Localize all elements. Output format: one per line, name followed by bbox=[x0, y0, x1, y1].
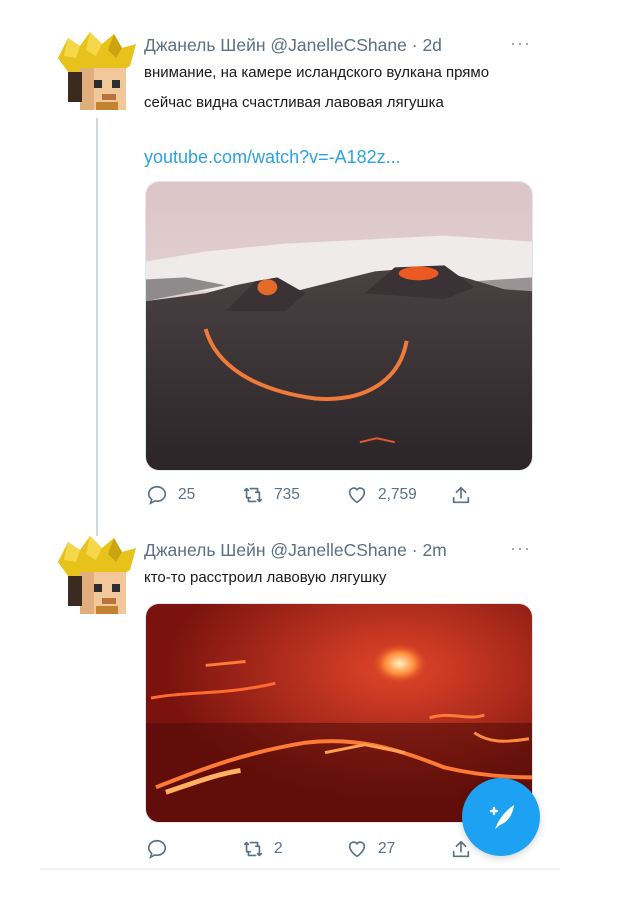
like-button[interactable]: 2,759 bbox=[346, 484, 417, 506]
author-name[interactable]: Джанель Шейн bbox=[144, 35, 266, 55]
more-options-icon[interactable]: ··· bbox=[510, 33, 531, 54]
tweet-header: Джанель Шейн @JanelleCShane · 2d bbox=[144, 35, 442, 56]
share-button[interactable] bbox=[450, 838, 472, 860]
retweet-icon bbox=[243, 841, 263, 857]
retweet-icon bbox=[243, 487, 263, 503]
more-options-icon[interactable]: ··· bbox=[510, 538, 531, 559]
retweet-button[interactable]: 2 bbox=[242, 838, 283, 860]
compose-tweet-button[interactable] bbox=[462, 778, 540, 856]
retweet-count: 2 bbox=[274, 840, 283, 857]
tweet-actions: 25 735 2,759 bbox=[146, 484, 546, 512]
tweet-timestamp[interactable]: 2d bbox=[422, 35, 441, 55]
like-count: 27 bbox=[378, 840, 396, 857]
reply-icon bbox=[147, 485, 167, 505]
reply-button[interactable]: 25 bbox=[146, 484, 195, 506]
tweet-header: Джанель Шейн @JanelleCShane · 2m bbox=[144, 540, 447, 561]
avatar[interactable] bbox=[50, 532, 142, 624]
share-icon bbox=[452, 486, 470, 504]
like-count: 2,759 bbox=[378, 486, 417, 503]
tweet-text: кто-то расстроил лавовую лягушку bbox=[144, 563, 386, 593]
share-button[interactable] bbox=[450, 484, 472, 506]
thread-connector-line bbox=[96, 118, 98, 536]
like-button[interactable]: 27 bbox=[346, 838, 395, 860]
compose-feather-icon bbox=[489, 805, 514, 829]
author-name[interactable]: Джанель Шейн bbox=[144, 540, 266, 560]
retweet-count: 735 bbox=[274, 486, 300, 503]
tweet-media-image[interactable] bbox=[145, 181, 533, 471]
tweet-timestamp[interactable]: 2m bbox=[422, 540, 446, 560]
separator-dot: · bbox=[411, 35, 418, 55]
heart-icon bbox=[348, 841, 366, 858]
tweet-link[interactable]: youtube.com/watch?v=-A182z... bbox=[144, 147, 401, 168]
share-icon bbox=[452, 840, 470, 858]
heart-icon bbox=[348, 487, 366, 504]
retweet-button[interactable]: 735 bbox=[242, 484, 300, 506]
divider bbox=[40, 868, 560, 870]
tweet-text-line: сейчас видна счастливая лавовая лягушка bbox=[144, 94, 444, 111]
reply-icon bbox=[147, 839, 167, 859]
author-handle[interactable]: @JanelleCShane bbox=[270, 35, 406, 55]
tweet-text-line: внимание, на камере исландского вулкана … bbox=[144, 64, 490, 81]
reply-button[interactable] bbox=[146, 838, 178, 860]
separator-dot: · bbox=[411, 540, 418, 560]
avatar[interactable] bbox=[50, 28, 142, 120]
reply-count: 25 bbox=[178, 486, 196, 503]
tweet-text-line: кто-то расстроил лавовую лягушку bbox=[144, 569, 387, 586]
tweet-text: внимание, на камере исландского вулкана … bbox=[144, 58, 489, 118]
author-handle[interactable]: @JanelleCShane bbox=[270, 540, 406, 560]
volcano-smiley-photo bbox=[146, 182, 532, 470]
